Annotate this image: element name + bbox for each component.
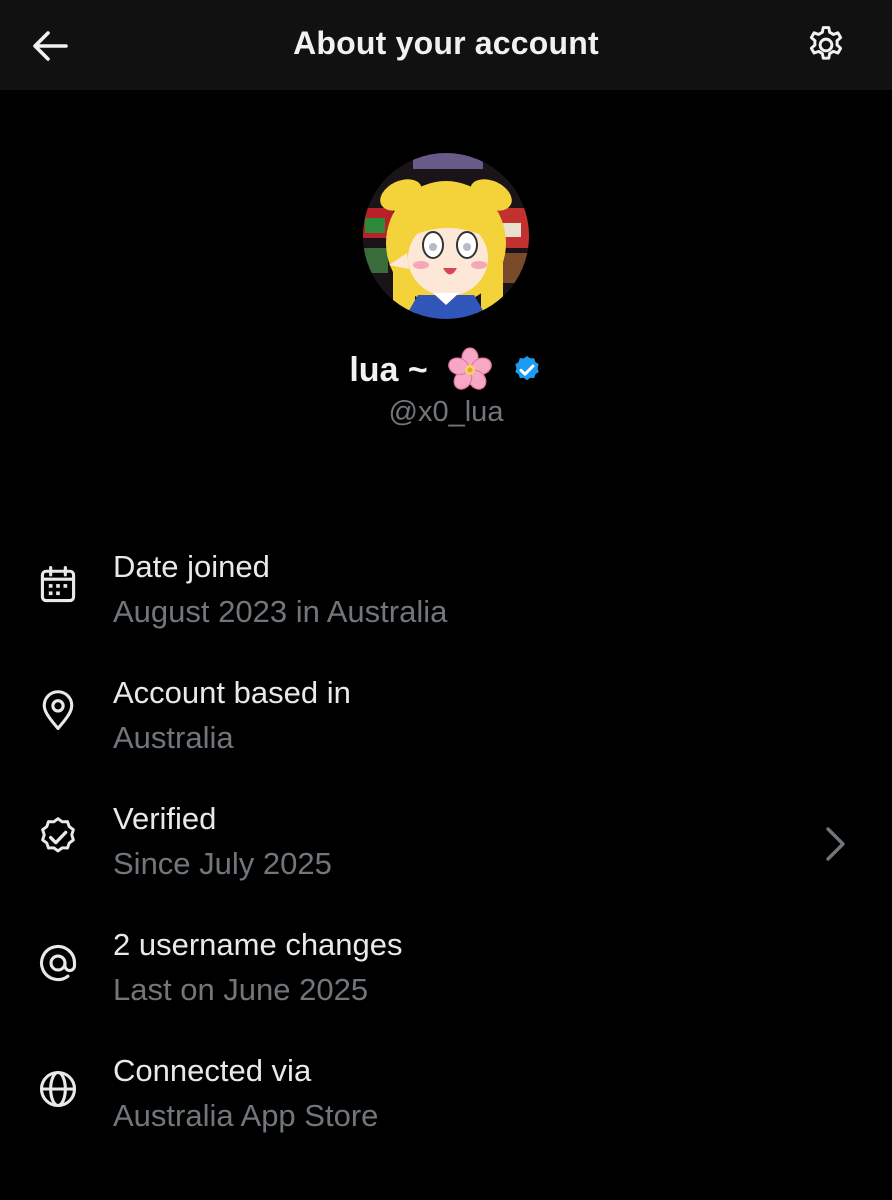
detail-label: Account based in [113, 675, 351, 710]
display-name: lua ~ [349, 351, 428, 389]
detail-value: Australia [113, 720, 234, 755]
profile-name-row: lua ~ [0, 347, 892, 393]
avatar[interactable] [363, 153, 529, 319]
detail-label: 2 username changes [113, 927, 403, 962]
detail-row-connected-via: Connected via Australia App Store [0, 1053, 892, 1163]
chevron-right-icon [818, 823, 852, 865]
detail-label: Date joined [113, 549, 270, 584]
globe-icon [36, 1067, 80, 1111]
detail-label: Connected via [113, 1053, 312, 1088]
at-sign-icon [36, 941, 80, 985]
detail-row-account-based-in: Account based in Australia [0, 675, 892, 785]
gear-icon [809, 26, 843, 60]
detail-row-verified[interactable]: Verified Since July 2025 [0, 801, 892, 911]
cherry-blossom-icon [447, 347, 493, 393]
avatar-image [363, 153, 529, 319]
verified-badge-icon [511, 354, 543, 386]
location-pin-icon [36, 689, 80, 733]
verified-badge-outline-icon [36, 815, 80, 859]
detail-value: Since July 2025 [113, 846, 332, 881]
handle: @x0_lua [388, 396, 504, 428]
detail-row-date-joined: Date joined August 2023 in Australia [0, 549, 892, 659]
settings-button[interactable] [804, 23, 848, 67]
detail-row-username-changes: 2 username changes Last on June 2025 [0, 927, 892, 1037]
page-title: About your account [293, 25, 599, 61]
calendar-icon [36, 563, 80, 607]
detail-value: Australia App Store [113, 1098, 379, 1133]
detail-label: Verified [113, 801, 217, 836]
top-bar: About your account [0, 0, 892, 90]
detail-value: Last on June 2025 [113, 972, 369, 1007]
detail-value: August 2023 in Australia [113, 594, 448, 629]
